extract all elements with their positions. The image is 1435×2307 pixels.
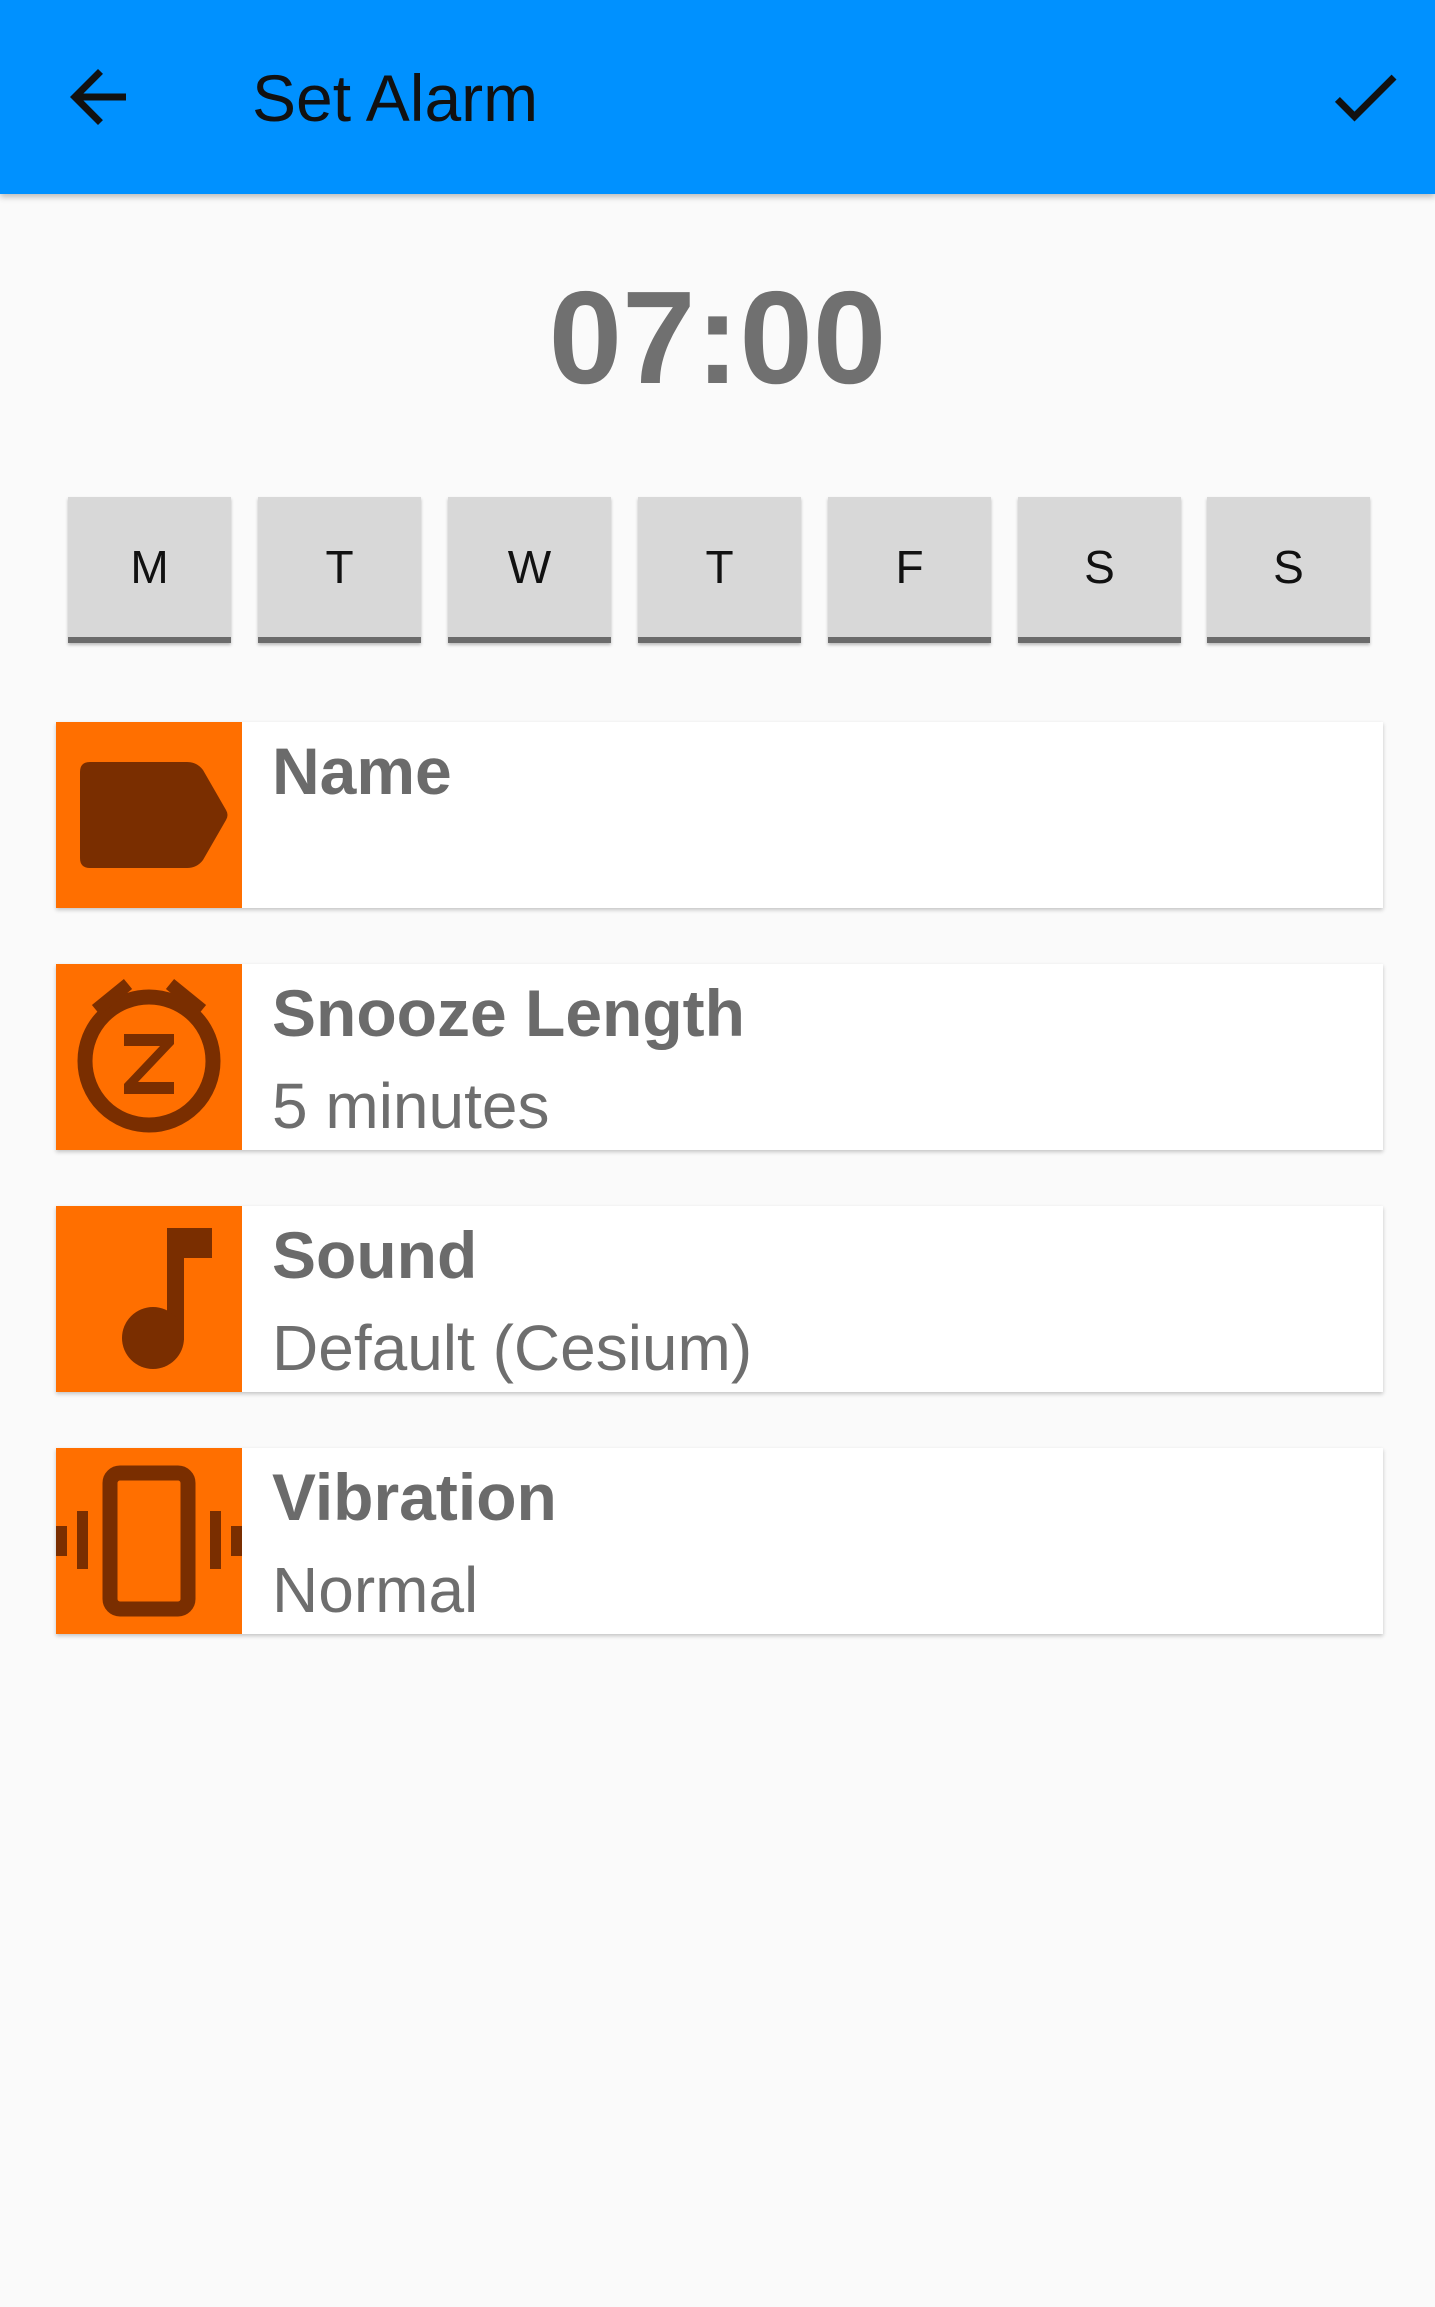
day-selector: M T W T F S S (68, 497, 1370, 643)
sound-icon-box (56, 1206, 242, 1392)
day-toggle-monday[interactable]: M (68, 497, 231, 643)
setting-vibration-value: Normal (272, 1554, 479, 1626)
music-note-icon (122, 1228, 212, 1369)
setting-sound-label: Sound (272, 1218, 478, 1292)
setting-snooze-value: 5 minutes (272, 1070, 550, 1142)
label-tag-icon (80, 762, 228, 868)
vibration-icon-box (56, 1448, 242, 1634)
back-button[interactable] (56, 55, 140, 139)
alarm-time[interactable]: 07:00 (0, 268, 1435, 408)
setting-name[interactable]: Name (56, 722, 1383, 908)
setting-sound[interactable]: Sound Default (Cesium) (56, 1206, 1383, 1392)
day-toggle-wednesday[interactable]: W (448, 497, 611, 643)
setting-vibration[interactable]: Vibration Normal (56, 1448, 1383, 1634)
day-toggle-sunday[interactable]: S (1207, 497, 1370, 643)
check-icon (1334, 74, 1397, 122)
name-icon-box (56, 722, 242, 908)
setting-name-label: Name (272, 734, 452, 808)
day-toggle-saturday[interactable]: S (1018, 497, 1181, 643)
setting-snooze-length[interactable]: Snooze Length 5 minutes (56, 964, 1383, 1150)
vibration-icon (56, 1465, 242, 1617)
page-title: Set Alarm (252, 61, 539, 135)
day-toggle-tuesday[interactable]: T (258, 497, 421, 643)
arrow-back-icon (70, 69, 126, 125)
setting-snooze-label: Snooze Length (272, 976, 745, 1050)
app-bar: Set Alarm (0, 0, 1435, 194)
day-toggle-thursday[interactable]: T (638, 497, 801, 643)
snooze-icon (77, 978, 221, 1133)
day-toggle-friday[interactable]: F (828, 497, 991, 643)
snooze-icon-box (56, 964, 242, 1150)
setting-sound-value: Default (Cesium) (272, 1312, 753, 1384)
setting-vibration-label: Vibration (272, 1460, 557, 1534)
confirm-button[interactable] (1323, 55, 1407, 139)
